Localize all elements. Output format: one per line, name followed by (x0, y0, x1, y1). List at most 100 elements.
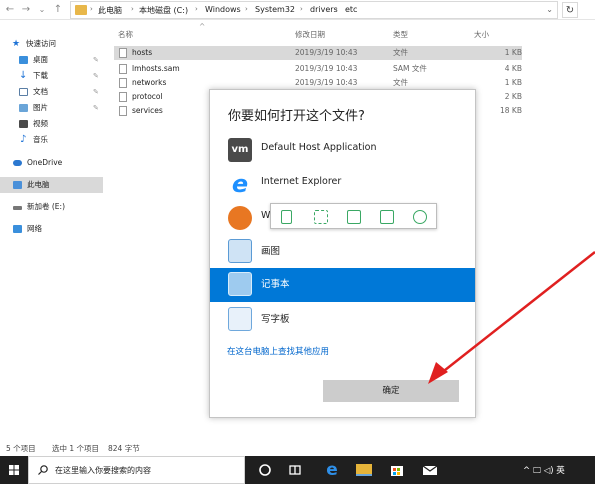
store-icon[interactable] (389, 462, 405, 478)
file-row[interactable]: hosts 2019/3/19 10:43 文件 1 KB (114, 46, 522, 60)
share-icon[interactable] (380, 210, 394, 224)
mail-icon[interactable] (422, 462, 438, 478)
nav-item-label: 图片 (33, 103, 48, 112)
nav-item-desktop[interactable]: 桌面 ✎ (0, 52, 103, 68)
taskbar: 在这里输入你要搜索的内容 e ^ 🖵 ◁) 英 (0, 456, 595, 484)
breadcrumb-item[interactable]: 此电脑 (98, 5, 122, 16)
breadcrumb-item[interactable]: etc (345, 5, 357, 14)
expand-icon[interactable] (314, 210, 328, 224)
file-type: SAM 文件 (393, 64, 427, 73)
file-name: protocol (132, 92, 163, 101)
file-size: 2 KB (504, 92, 522, 101)
dialog-title: 你要如何打开这个文件? (228, 109, 365, 124)
pin-icon: ✎ (93, 88, 99, 96)
multitask-icon[interactable] (287, 462, 303, 478)
status-item-count: 5 个项目 (6, 444, 36, 453)
find-more-apps-link[interactable]: 在这台电脑上查找其他应用 (227, 345, 329, 357)
file-name: lmhosts.sam (132, 64, 180, 73)
file-row[interactable]: lmhosts.sam 2019/3/19 10:43 SAM 文件 4 KB (114, 62, 522, 76)
media-player-icon (228, 206, 252, 230)
breadcrumb-separator: › (90, 5, 93, 13)
app-option-paint[interactable]: 画图 (210, 235, 475, 269)
forward-button[interactable]: → (20, 3, 32, 17)
file-row[interactable]: networks 2019/3/19 10:43 文件 1 KB (114, 76, 522, 90)
nav-item-label: 视频 (33, 119, 48, 128)
recent-locations-button[interactable]: ⌄ (36, 3, 48, 17)
nav-item-videos[interactable]: 视频 (0, 116, 103, 132)
column-header-size[interactable]: 大小 (474, 29, 489, 40)
file-icon (119, 78, 127, 88)
breadcrumb-separator: › (131, 5, 134, 13)
app-option-label: 画图 (261, 246, 281, 257)
nav-item-documents[interactable]: 文档 ✎ (0, 84, 103, 100)
nav-item-drive-e[interactable]: 新加卷 (E:) (0, 199, 103, 215)
back-button[interactable]: ← (4, 3, 16, 17)
open-with-dialog: 你要如何打开这个文件? vm Default Host Application … (209, 89, 476, 418)
nav-item-music[interactable]: ♪ 音乐 (0, 132, 103, 148)
wordpad-icon (228, 307, 252, 331)
nav-item-network[interactable]: 网络 (0, 221, 103, 237)
file-date: 2019/3/19 10:43 (295, 48, 358, 57)
column-header-type[interactable]: 类型 (393, 29, 408, 40)
ok-button[interactable]: 确定 (323, 380, 459, 402)
refresh-button[interactable]: ↻ (562, 2, 578, 18)
sort-indicator: ^ (199, 22, 206, 31)
nav-item-this-pc[interactable]: 此电脑 (0, 177, 103, 193)
settings-icon[interactable] (413, 210, 427, 224)
task-view-icon[interactable] (257, 462, 273, 478)
column-header-date[interactable]: 修改日期 (295, 29, 325, 40)
breadcrumb-separator: › (195, 5, 198, 13)
folder-icon (75, 5, 87, 15)
breadcrumb-item[interactable]: Windows (205, 5, 241, 14)
notepad-icon (228, 272, 252, 296)
system-tray[interactable]: ^ 🖵 ◁) 英 (523, 464, 565, 476)
breadcrumb-item[interactable]: drivers (310, 5, 338, 14)
nav-item-pictures[interactable]: 图片 ✎ (0, 100, 103, 116)
file-size: 18 KB (500, 106, 522, 115)
windows-logo-icon (9, 465, 19, 475)
desktop-icon (19, 56, 28, 64)
address-dropdown-icon[interactable]: ⌄ (546, 5, 553, 14)
cloud-icon (13, 160, 22, 166)
file-type: 文件 (393, 48, 408, 57)
breadcrumb-separator: › (245, 5, 248, 13)
up-button[interactable]: ↑ (52, 3, 64, 17)
status-selected-size: 824 字节 (108, 444, 140, 453)
file-name: services (132, 106, 163, 115)
app-option-notepad[interactable]: 记事本 (210, 268, 475, 302)
floating-toolbar (270, 203, 437, 229)
phone-icon[interactable] (281, 210, 292, 224)
nav-item-quick-access[interactable]: ★ 快速访问 (0, 36, 103, 52)
network-icon (13, 225, 22, 233)
save-icon[interactable] (347, 210, 361, 224)
nav-item-label: 桌面 (33, 55, 48, 64)
app-option-default-host[interactable]: vm Default Host Application (210, 134, 475, 168)
star-icon: ★ (12, 39, 21, 49)
app-option-label: 写字板 (261, 314, 290, 325)
breadcrumb-separator: › (335, 5, 338, 13)
taskbar-search-box[interactable]: 在这里输入你要搜索的内容 (28, 456, 245, 484)
status-bar: 5 个项目 选中 1 个项目 824 字节 (0, 441, 595, 456)
start-button[interactable] (0, 456, 28, 484)
nav-item-label: 快速访问 (26, 39, 56, 48)
file-explorer-icon[interactable] (356, 464, 372, 476)
nav-item-label: 音乐 (33, 135, 48, 144)
address-box[interactable]: › 此电脑 › 本地磁盘 (C:) › Windows › System32 ›… (70, 1, 558, 19)
address-bar: ← → ⌄ ↑ › 此电脑 › 本地磁盘 (C:) › Windows › Sy… (0, 0, 595, 20)
column-header-name[interactable]: 名称 (118, 29, 133, 40)
nav-item-label: 下载 (33, 71, 48, 80)
breadcrumb-separator: › (300, 5, 303, 13)
edge-browser-icon[interactable]: e (324, 462, 340, 479)
app-option-wordpad[interactable]: 写字板 (210, 303, 475, 337)
nav-item-label: 此电脑 (27, 180, 50, 189)
nav-item-downloads[interactable]: ↓ 下载 ✎ (0, 68, 103, 84)
drive-icon (13, 206, 22, 210)
breadcrumb-item[interactable]: 本地磁盘 (C:) (139, 5, 188, 16)
document-icon (19, 88, 28, 96)
breadcrumb-item[interactable]: System32 (255, 5, 295, 14)
nav-item-onedrive[interactable]: OneDrive (0, 155, 103, 171)
search-placeholder: 在这里输入你要搜索的内容 (55, 466, 151, 475)
app-option-internet-explorer[interactable]: e Internet Explorer (210, 168, 475, 202)
file-name: hosts (132, 48, 153, 57)
file-icon (119, 48, 127, 58)
